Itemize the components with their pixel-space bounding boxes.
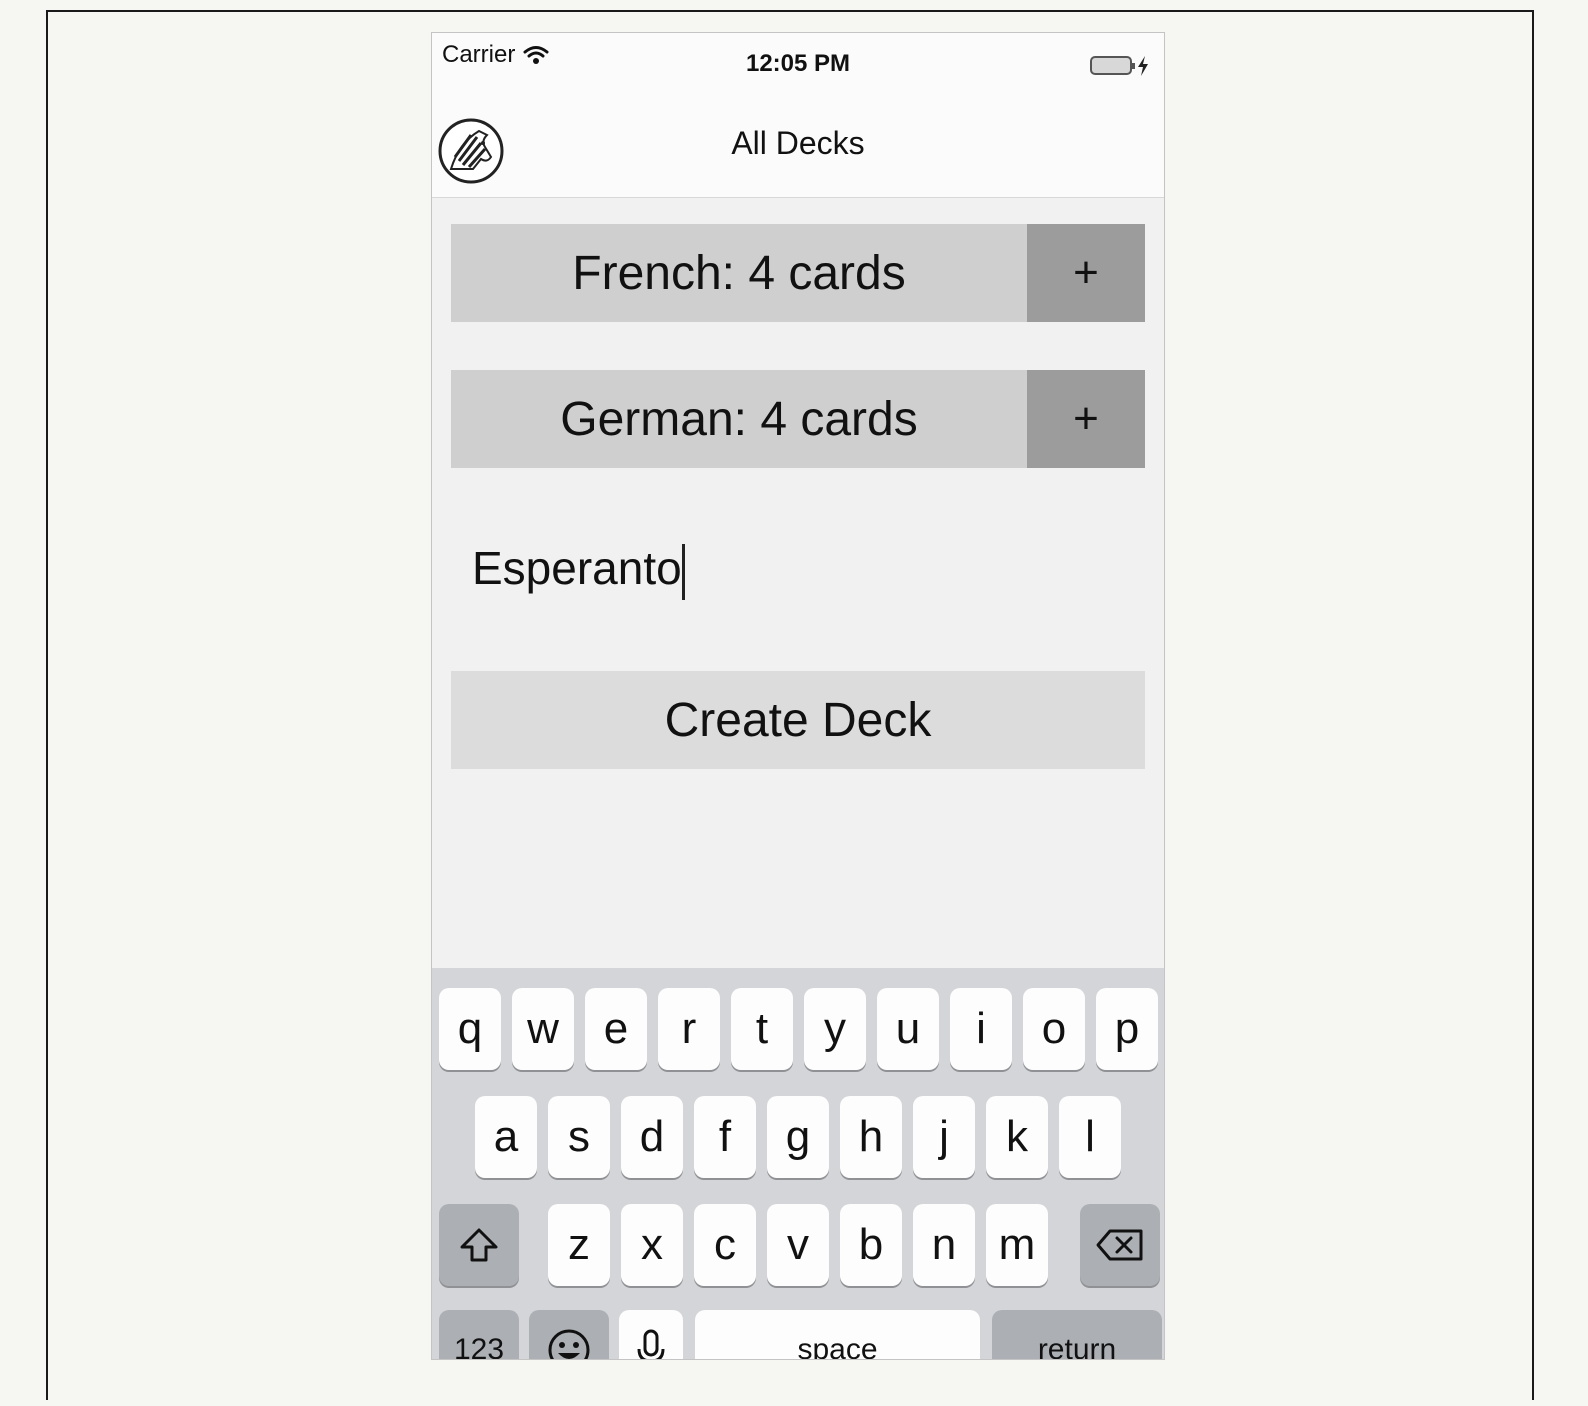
key-i[interactable]: i bbox=[950, 988, 1012, 1070]
space-key[interactable]: space bbox=[695, 1310, 980, 1359]
key-a[interactable]: a bbox=[475, 1096, 537, 1178]
add-card-button-french[interactable]: + bbox=[1027, 224, 1145, 322]
key-g[interactable]: g bbox=[767, 1096, 829, 1178]
microphone-icon bbox=[637, 1329, 665, 1359]
emoji-key[interactable] bbox=[529, 1310, 609, 1359]
shift-arrow-icon bbox=[460, 1228, 498, 1262]
dictation-key[interactable] bbox=[619, 1310, 683, 1359]
key-r[interactable]: r bbox=[658, 988, 720, 1070]
charging-icon bbox=[1138, 56, 1148, 76]
key-y[interactable]: y bbox=[804, 988, 866, 1070]
create-deck-button[interactable]: Create Deck bbox=[451, 671, 1145, 769]
key-n[interactable]: n bbox=[913, 1204, 975, 1286]
battery-icon bbox=[1090, 56, 1135, 75]
deck-row-french: French: 4 cards + bbox=[451, 224, 1145, 322]
keyboard: q w e r t y u i o p a s d f g h j k l z … bbox=[432, 968, 1164, 1359]
backspace-key[interactable] bbox=[1080, 1204, 1160, 1286]
battery-indicator bbox=[1090, 55, 1150, 77]
key-o[interactable]: o bbox=[1023, 988, 1085, 1070]
key-j[interactable]: j bbox=[913, 1096, 975, 1178]
deck-button-german[interactable]: German: 4 cards bbox=[451, 370, 1027, 468]
return-key[interactable]: return bbox=[992, 1310, 1162, 1359]
add-card-button-german[interactable]: + bbox=[1027, 370, 1145, 468]
phone-screen: Carrier 12:05 PM All Decks French: 4 car… bbox=[431, 32, 1165, 1360]
deck-button-french[interactable]: French: 4 cards bbox=[451, 224, 1027, 322]
text-caret bbox=[682, 544, 685, 600]
key-c[interactable]: c bbox=[694, 1204, 756, 1286]
key-u[interactable]: u bbox=[877, 988, 939, 1070]
key-v[interactable]: v bbox=[767, 1204, 829, 1286]
status-bar: Carrier 12:05 PM bbox=[432, 33, 1164, 89]
key-m[interactable]: m bbox=[986, 1204, 1048, 1286]
navigation-bar: All Decks bbox=[432, 89, 1164, 198]
new-deck-name-input[interactable] bbox=[472, 538, 1132, 598]
key-x[interactable]: x bbox=[621, 1204, 683, 1286]
key-l[interactable]: l bbox=[1059, 1096, 1121, 1178]
key-q[interactable]: q bbox=[439, 988, 501, 1070]
emoji-icon bbox=[548, 1329, 590, 1359]
status-time: 12:05 PM bbox=[745, 50, 851, 77]
key-f[interactable]: f bbox=[694, 1096, 756, 1178]
key-k[interactable]: k bbox=[986, 1096, 1048, 1178]
key-t[interactable]: t bbox=[731, 988, 793, 1070]
deck-row-german: German: 4 cards + bbox=[451, 370, 1145, 468]
key-b[interactable]: b bbox=[840, 1204, 902, 1286]
key-w[interactable]: w bbox=[512, 988, 574, 1070]
key-h[interactable]: h bbox=[840, 1096, 902, 1178]
key-s[interactable]: s bbox=[548, 1096, 610, 1178]
numbers-key[interactable]: 123 bbox=[439, 1310, 519, 1359]
key-e[interactable]: e bbox=[585, 988, 647, 1070]
key-d[interactable]: d bbox=[621, 1096, 683, 1178]
screen-title: All Decks bbox=[731, 125, 865, 161]
shift-key[interactable] bbox=[439, 1204, 519, 1286]
deck-list-screen: French: 4 cards + German: 4 cards + Crea… bbox=[432, 198, 1164, 968]
backspace-icon bbox=[1096, 1229, 1143, 1261]
key-p[interactable]: p bbox=[1096, 988, 1158, 1070]
key-z[interactable]: z bbox=[548, 1204, 610, 1286]
